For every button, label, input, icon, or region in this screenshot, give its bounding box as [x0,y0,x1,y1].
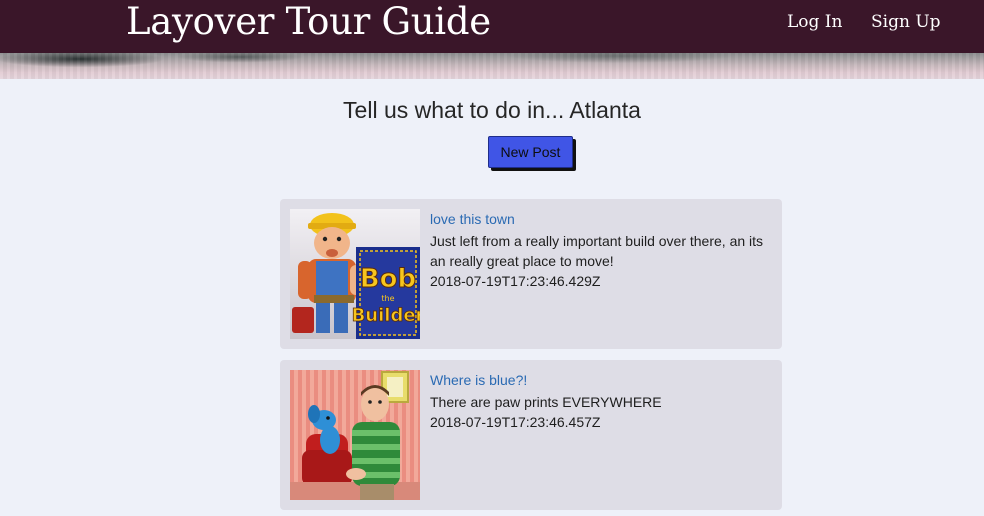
thumb-logo-text-2: the [381,294,394,303]
post-body-text: There are paw prints EVERYWHERE [430,394,662,410]
new-post-button[interactable]: New Post [488,136,573,168]
post-title-link[interactable]: love this town [430,211,515,227]
page-headline: Tell us what to do in... Atlanta [343,97,641,123]
thumb-logo-text-1: Bob [360,264,416,294]
header-banner-image [0,53,984,79]
post-title-link[interactable]: Where is blue?! [430,372,527,388]
login-link[interactable]: Log In [787,12,842,32]
signup-link[interactable]: Sign Up [871,12,941,32]
post-body: Just left from a really important build … [430,231,770,291]
post-date: 2018-07-19T17:23:46.457Z [430,414,601,430]
post-body: There are paw prints EVERYWHERE 2018-07-… [430,392,770,432]
post-thumbnail[interactable] [290,370,420,500]
post-card: Bob the Builder love this town Just left… [280,199,782,349]
blues-clues-image [290,370,420,500]
post-card: Where is blue?! There are paw prints EVE… [280,360,782,510]
post-thumbnail[interactable]: Bob the Builder [290,209,420,339]
site-header: Layover Tour Guide Log In Sign Up [0,0,984,79]
site-title[interactable]: Layover Tour Guide [126,0,491,44]
bob-builder-image: Bob the Builder [290,209,420,339]
post-date: 2018-07-19T17:23:46.429Z [430,273,601,289]
thumb-logo-text-3: Builder [352,305,420,326]
post-body-text: Just left from a really important build … [430,233,764,269]
